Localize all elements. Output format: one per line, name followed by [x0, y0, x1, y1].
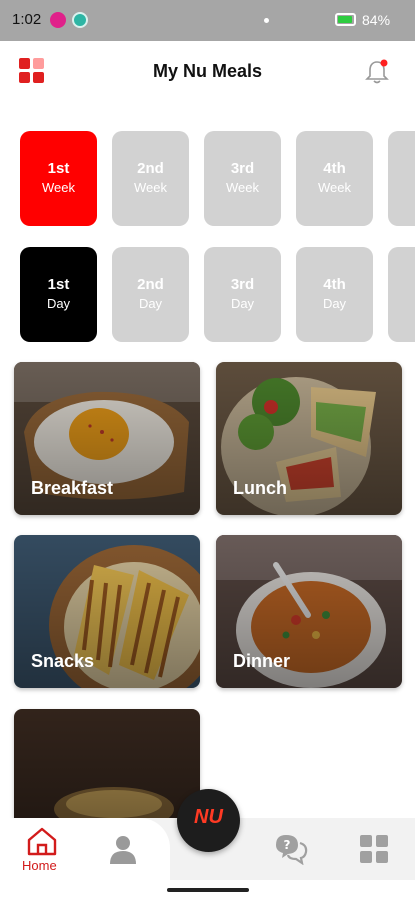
week-unit: Week — [226, 180, 259, 195]
week-number: 3rd — [230, 160, 255, 177]
day-tile-5-partial[interactable] — [388, 247, 415, 342]
bell-icon[interactable] — [362, 57, 392, 87]
day-tile-3[interactable]: 3rd Day — [204, 247, 281, 342]
day-unit: Day — [46, 296, 71, 311]
apps-grid-icon[interactable] — [359, 834, 389, 864]
week-tile-3[interactable]: 3rd Week — [204, 131, 281, 226]
page-title: My Nu Meals — [152, 61, 263, 81]
status-bar: 1:02 84% — [0, 0, 415, 41]
gesture-bar[interactable] — [0, 880, 415, 900]
notification-app-icon — [50, 12, 66, 28]
day-number: 4th — [323, 276, 346, 293]
app-header: My Nu Meals — [0, 41, 415, 103]
nav-home-label[interactable]: Home — [22, 858, 57, 873]
day-tile-1[interactable]: 1st Day — [20, 247, 97, 342]
profile-icon[interactable] — [107, 833, 139, 865]
day-number: 3rd — [230, 276, 255, 293]
week-tile-4[interactable]: 4th Week — [296, 131, 373, 226]
meal-card-snacks[interactable]: Snacks — [14, 535, 200, 688]
status-time: 1:02 — [12, 11, 42, 28]
meal-label: Lunch — [233, 478, 287, 498]
day-unit: Day — [230, 296, 255, 311]
battery-icon — [335, 13, 356, 26]
day-number: 2nd — [137, 276, 164, 293]
week-number: 2nd — [137, 160, 164, 177]
day-tile-2[interactable]: 2nd Day — [112, 247, 189, 342]
nu-logo-button[interactable]: NU — [177, 789, 240, 852]
meal-label: Snacks — [31, 651, 95, 671]
meal-card-lunch[interactable]: Lunch — [216, 362, 402, 515]
notification-check-icon — [72, 12, 88, 28]
day-number: 1st — [47, 276, 70, 293]
week-unit: Week — [318, 180, 351, 195]
week-tile-1[interactable]: 1st Week — [20, 131, 97, 226]
meal-card-partial[interactable] — [14, 709, 200, 829]
battery-percent: 84% — [362, 12, 391, 28]
day-unit: Day — [138, 296, 163, 311]
week-unit: Week — [42, 180, 75, 195]
home-icon[interactable] — [25, 826, 59, 856]
week-tile-2[interactable]: 2nd Week — [112, 131, 189, 226]
day-tile-4[interactable]: 4th Day — [296, 247, 373, 342]
help-chat-icon[interactable]: ? — [274, 833, 308, 865]
meal-card-breakfast[interactable]: Breakfast — [14, 362, 200, 515]
meal-card-dinner[interactable]: Dinner — [216, 535, 402, 688]
week-unit: Week — [134, 180, 167, 195]
meal-label: Breakfast — [31, 478, 114, 498]
day-unit: Day — [322, 296, 347, 311]
week-tile-5-partial[interactable] — [388, 131, 415, 226]
svg-text:?: ? — [284, 838, 291, 852]
status-dot-icon — [264, 18, 269, 23]
week-number: 1st — [47, 160, 70, 177]
week-number: 4th — [323, 160, 346, 177]
nu-logo-text: NU — [194, 806, 223, 828]
meal-label: Dinner — [233, 651, 291, 671]
